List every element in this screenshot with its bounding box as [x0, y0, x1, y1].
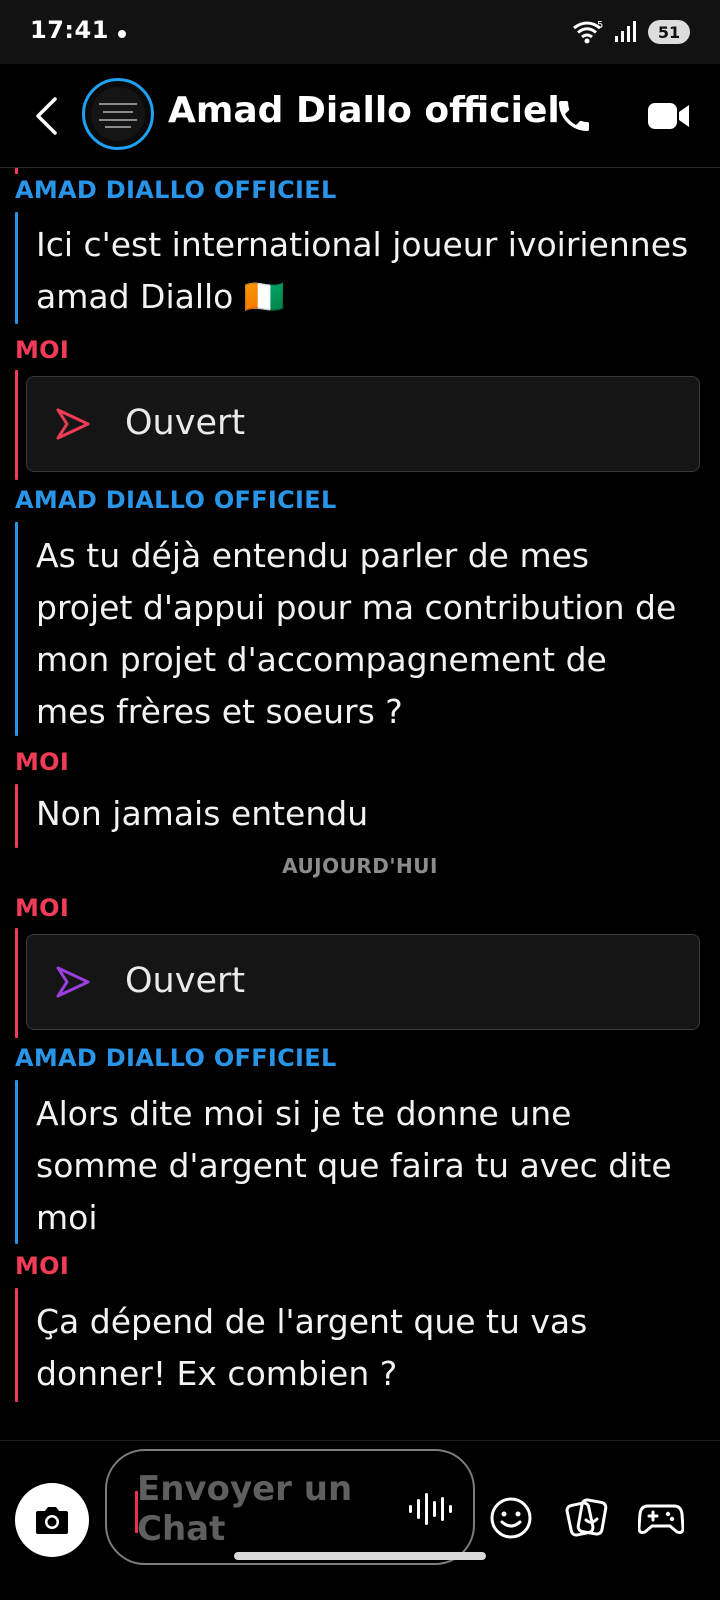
- message-text[interactable]: Alors dite moi si je te donne une somme …: [36, 1088, 708, 1244]
- message-bar: [15, 522, 18, 736]
- composer-bar: Envoyer un Chat: [0, 1440, 720, 1600]
- camera-icon: [36, 1507, 68, 1534]
- back-arrow-icon: [36, 97, 57, 135]
- message-line: moi: [36, 1198, 98, 1237]
- message-line: Ici c'est international joueur ivoirienn…: [36, 225, 689, 264]
- message-text[interactable]: As tu déjà entendu parler de mes projet …: [36, 530, 708, 738]
- voice-button[interactable]: [407, 1487, 455, 1531]
- status-time: 17:41: [30, 16, 109, 44]
- message-bar: [15, 370, 18, 480]
- battery-indicator: 51: [648, 20, 690, 44]
- message-bar: [15, 928, 18, 1038]
- message-line: projet d'appui pour ma contribution de: [36, 588, 677, 627]
- date-separator: AUJOURD'HUI: [282, 854, 438, 878]
- message-bar: [15, 212, 18, 324]
- input-placeholder: Envoyer un Chat: [137, 1469, 353, 1549]
- opened-snap[interactable]: Ouvert: [26, 376, 700, 472]
- message-text[interactable]: Ici c'est international joueur ivoirienn…: [36, 219, 708, 323]
- game-controller-icon: [638, 1504, 684, 1534]
- status-icons: 5 51: [572, 18, 690, 46]
- emoji-button[interactable]: [486, 1493, 536, 1543]
- message-line: mes frères et soeurs ?: [36, 692, 403, 731]
- microphone-icon: [409, 1493, 452, 1525]
- message-line: donner! Ex combien ?: [36, 1354, 398, 1393]
- notification-dot: [118, 30, 126, 38]
- message-bar: [15, 1288, 18, 1402]
- camera-button[interactable]: [15, 1483, 89, 1557]
- chat-header: Amad Diallo officiel: [0, 64, 720, 168]
- message-line: Alors dite moi si je te donne une: [36, 1094, 572, 1133]
- message-list[interactable]: AMAD DIALLO OFFICIEL Ici c'est internati…: [0, 168, 720, 1440]
- stickers-icon: [565, 1498, 608, 1537]
- message-line: mon projet d'accompagnement de: [36, 640, 607, 679]
- send-arrow-icon: [56, 966, 90, 998]
- message-input[interactable]: Envoyer un Chat: [105, 1449, 475, 1565]
- games-button[interactable]: [636, 1493, 686, 1543]
- sender-label: AMAD DIALLO OFFICIEL: [15, 1044, 337, 1072]
- message-text[interactable]: Non jamais entendu: [36, 788, 708, 840]
- opened-label: Ouvert: [125, 961, 246, 1001]
- message-line: As tu déjà entendu parler de mes: [36, 536, 590, 575]
- emoji-icon: [490, 1497, 532, 1539]
- message-line: Ça dépend de l'argent que tu vas: [36, 1302, 588, 1341]
- signal-icon: [615, 21, 636, 42]
- message-line: amad Diallo 🇨🇮: [36, 277, 285, 316]
- sender-label: MOI: [15, 894, 70, 922]
- message-bar: [15, 1080, 18, 1244]
- stickers-button[interactable]: [562, 1493, 612, 1543]
- video-camera-icon: [648, 103, 689, 129]
- back-button[interactable]: [26, 94, 66, 138]
- send-arrow-icon: [56, 408, 90, 440]
- status-bar: 17:41 5 51: [0, 0, 720, 64]
- opened-label: Ouvert: [125, 403, 246, 443]
- opened-snap[interactable]: Ouvert: [26, 934, 700, 1030]
- phone-icon: [559, 101, 589, 131]
- avatar[interactable]: [82, 78, 154, 150]
- sender-label: MOI: [15, 1252, 70, 1280]
- sender-label: MOI: [15, 336, 70, 364]
- chat-title[interactable]: Amad Diallo officiel: [168, 90, 560, 131]
- message-line: Non jamais entendu: [36, 794, 369, 833]
- sender-label: AMAD DIALLO OFFICIEL: [15, 486, 337, 514]
- sender-label: MOI: [15, 748, 70, 776]
- home-indicator[interactable]: [234, 1552, 486, 1560]
- svg-text:5: 5: [597, 20, 603, 31]
- sender-label: AMAD DIALLO OFFICIEL: [15, 176, 337, 204]
- call-button[interactable]: [552, 94, 596, 138]
- message-bar: [15, 784, 18, 848]
- video-call-button[interactable]: [644, 94, 694, 138]
- message-line: somme d'argent que faira tu avec dite: [36, 1146, 672, 1185]
- wifi-icon: 5: [573, 20, 603, 44]
- message-text[interactable]: Ça dépend de l'argent que tu vas donner!…: [36, 1296, 708, 1400]
